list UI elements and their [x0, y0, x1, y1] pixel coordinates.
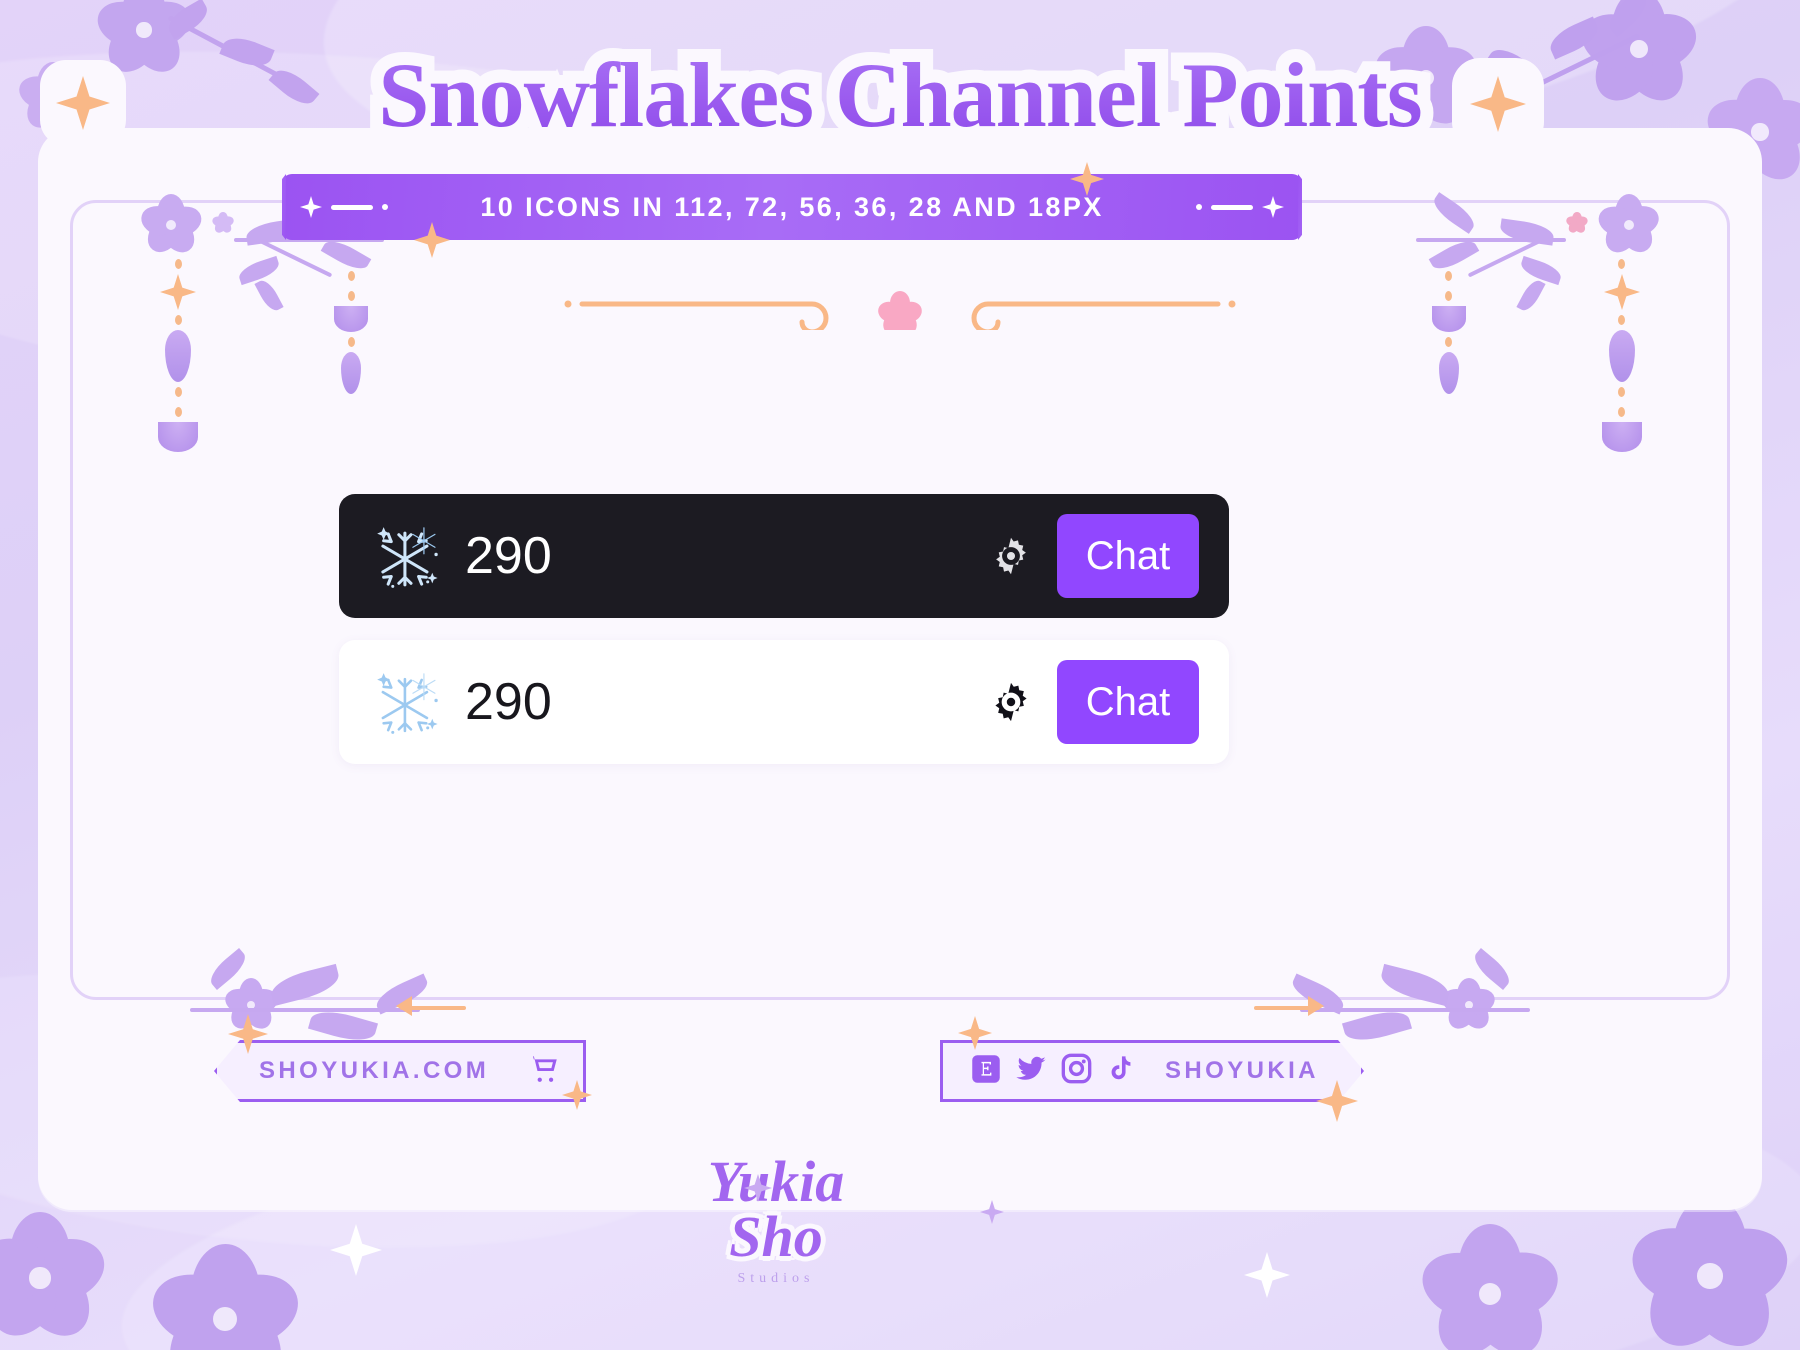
- flourish-divider-svg: [564, 291, 1236, 335]
- gear-icon[interactable]: [983, 674, 1039, 730]
- chat-preview-row-dark: 290 Chat: [339, 494, 1229, 618]
- sakura-blossom-icon: [0, 1212, 113, 1350]
- etsy-icon[interactable]: [971, 1054, 1001, 1089]
- chat-button-label: Chat: [1085, 679, 1171, 724]
- snowflake-glyph: [377, 673, 438, 734]
- instagram-icon[interactable]: [1061, 1053, 1092, 1089]
- chat-button[interactable]: Chat: [1057, 514, 1199, 598]
- social-badge[interactable]: SHOYUKIA: [940, 1040, 1364, 1102]
- twitter-icon[interactable]: [1015, 1053, 1047, 1090]
- banner-text: 10 ICONS IN 112, 72, 56, 36, 28 AND 18PX: [480, 191, 1104, 222]
- chat-button[interactable]: Chat: [1057, 660, 1199, 744]
- gear-glyph: [995, 682, 1027, 722]
- snowflake-icon: [373, 518, 449, 594]
- logo-subtitle: Studios: [737, 1271, 815, 1287]
- snowflake-icon: [373, 664, 449, 740]
- chat-preview-row-light: 290 Chat: [339, 640, 1229, 764]
- logo-line-2: Sho: [729, 1203, 823, 1269]
- etsy-glyph: [971, 1054, 1001, 1084]
- twitter-glyph: [1015, 1053, 1047, 1085]
- canvas: Snowflakes Channel Points Snowflakes Cha…: [0, 0, 1800, 1350]
- page-title: Snowflakes Channel Points: [0, 42, 1800, 148]
- social-handle-label: SHOYUKIA: [1165, 1057, 1319, 1084]
- studio-logo: Yukia Sho Studios: [636, 1149, 916, 1334]
- logo-line-1: Yukia: [707, 1149, 845, 1214]
- instagram-glyph: [1061, 1053, 1092, 1084]
- shop-url-label: SHOYUKIA.COM: [259, 1057, 490, 1084]
- banner-ornament-left: [300, 196, 388, 218]
- gear-icon[interactable]: [983, 528, 1039, 584]
- gear-glyph: [996, 537, 1026, 575]
- banner-ornament-right: [1196, 196, 1284, 218]
- points-count: 290: [465, 527, 552, 585]
- shop-badge[interactable]: SHOYUKIA.COM: [214, 1040, 586, 1102]
- flourish-divider: [560, 290, 1240, 335]
- social-icon-row: [971, 1053, 1135, 1090]
- points-count: 290: [465, 673, 552, 731]
- shopping-cart-glyph: [529, 1055, 557, 1082]
- snowflake-glyph: [377, 527, 438, 588]
- tiktok-icon[interactable]: [1106, 1054, 1135, 1088]
- chat-button-label: Chat: [1085, 533, 1171, 578]
- shopping-cart-icon: [527, 1052, 561, 1091]
- tiktok-glyph: [1106, 1054, 1135, 1083]
- subtitle-banner: 10 ICONS IN 112, 72, 56, 36, 28 AND 18PX: [282, 174, 1302, 240]
